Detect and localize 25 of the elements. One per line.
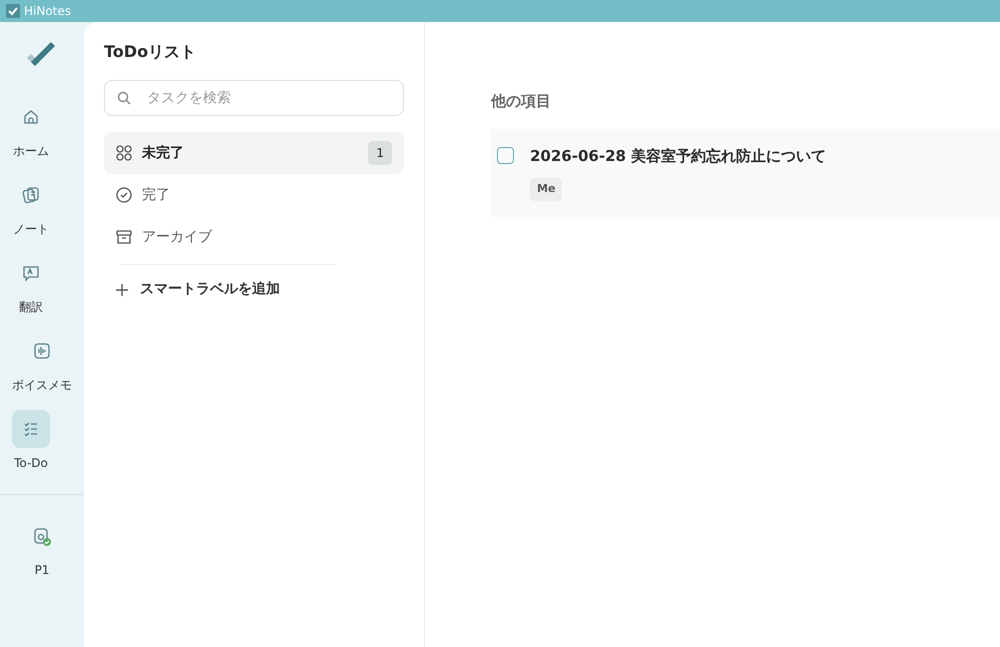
plus-icon — [116, 284, 128, 296]
nav-item[interactable]: ノート — [12, 176, 50, 238]
nav-item[interactable]: ホーム — [12, 98, 50, 160]
count-badge: 1 — [368, 141, 392, 165]
task-checkbox[interactable] — [497, 146, 514, 164]
panel-title: ToDoリスト — [104, 41, 198, 63]
filter-item[interactable]: 未完了 1 — [104, 132, 404, 174]
search-field[interactable]: タスクを検索 — [104, 80, 404, 116]
voice-memo-icon — [32, 341, 52, 361]
window-title: HiNotes — [24, 3, 72, 20]
check-circle-icon — [116, 187, 132, 203]
archive-box-icon — [116, 229, 132, 245]
task-tag: Me — [530, 178, 562, 200]
nav-item[interactable]: ボイスメモ — [12, 332, 72, 394]
notes-icon — [21, 185, 41, 205]
nav-item[interactable]: 翻訳 — [12, 254, 50, 316]
task-title: 2026-06-28 美容室予約忘れ防止について — [530, 146, 826, 166]
filter-item[interactable]: アーカイブ — [104, 216, 404, 258]
grid-circles-icon — [116, 145, 132, 161]
app-logo-icon — [6, 4, 20, 18]
task-row[interactable]: 2026-06-28 美容室予約忘れ防止について Me — [491, 128, 1000, 216]
section-heading: 他の項目 — [491, 91, 552, 112]
device-item[interactable]: P1 — [23, 517, 61, 579]
filter-item[interactable]: 完了 — [104, 174, 404, 216]
add-smart-label-button[interactable]: スマートラベルを追加 — [104, 279, 292, 300]
